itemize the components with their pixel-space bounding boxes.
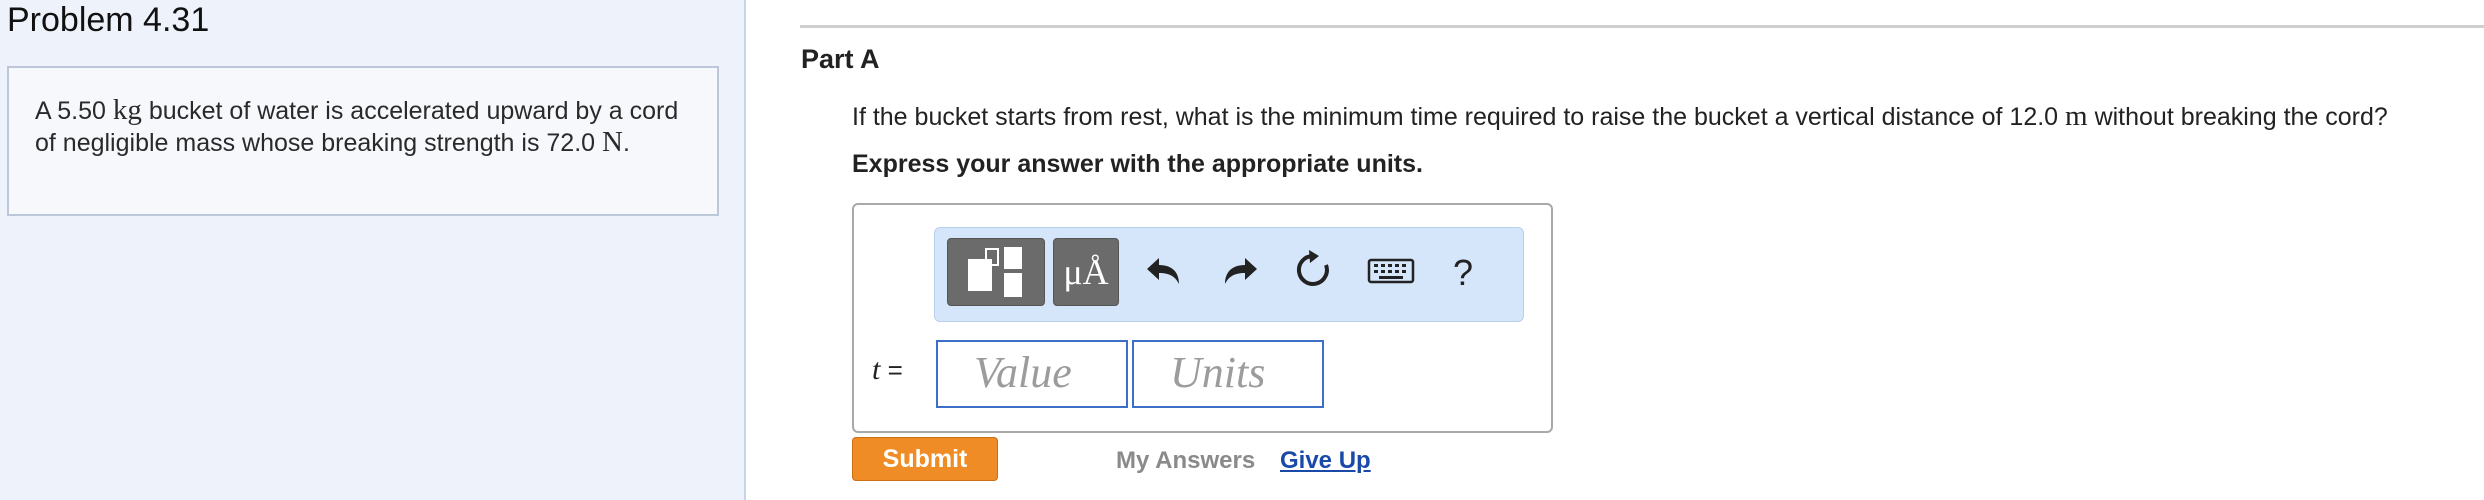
force-unit: N bbox=[602, 126, 623, 158]
part-pane: Part A If the bucket starts from rest, w… bbox=[746, 0, 2484, 500]
templates-button[interactable] bbox=[947, 238, 1045, 306]
math-toolbar: μÅ ? bbox=[934, 227, 1524, 322]
my-answers-link[interactable]: My Answers bbox=[1116, 447, 1255, 475]
give-up-link[interactable]: Give Up bbox=[1280, 447, 1371, 475]
question-text-1: If the bucket starts from rest, what is … bbox=[852, 103, 2059, 131]
undo-icon[interactable] bbox=[1141, 246, 1189, 294]
question-text-2: without breaking the cord? bbox=[2094, 103, 2388, 131]
answer-variable-label: t = bbox=[872, 353, 903, 387]
statement-text-1: A 5.50 bbox=[35, 97, 106, 125]
templates-icon bbox=[968, 247, 1022, 297]
part-title: Part A bbox=[801, 44, 880, 74]
redo-icon[interactable] bbox=[1215, 246, 1263, 294]
units-button[interactable]: μÅ bbox=[1053, 238, 1119, 306]
equals-sign: = bbox=[887, 355, 903, 385]
problem-statement: A 5.50 kg bucket of water is accelerated… bbox=[7, 66, 719, 216]
answer-box: μÅ ? t = Value Units bbox=[852, 203, 1553, 433]
help-button[interactable]: ? bbox=[1453, 252, 1473, 294]
question-text: If the bucket starts from rest, what is … bbox=[852, 100, 2388, 133]
answer-variable: t bbox=[872, 353, 881, 386]
answer-instruction: Express your answer with the appropriate… bbox=[852, 150, 1423, 178]
keyboard-icon[interactable] bbox=[1363, 246, 1419, 294]
problem-title: Problem 4.31 bbox=[7, 1, 210, 39]
submit-button[interactable]: Submit bbox=[852, 437, 998, 481]
reset-icon[interactable] bbox=[1289, 246, 1337, 294]
problem-pane: Problem 4.31 A 5.50 kg bucket of water i… bbox=[0, 0, 746, 500]
value-input[interactable]: Value bbox=[936, 340, 1128, 408]
distance-unit: m bbox=[2065, 100, 2088, 132]
units-input[interactable]: Units bbox=[1132, 340, 1324, 408]
divider bbox=[800, 25, 2484, 28]
mass-unit: kg bbox=[112, 94, 142, 126]
statement-text-3: . bbox=[622, 129, 630, 157]
